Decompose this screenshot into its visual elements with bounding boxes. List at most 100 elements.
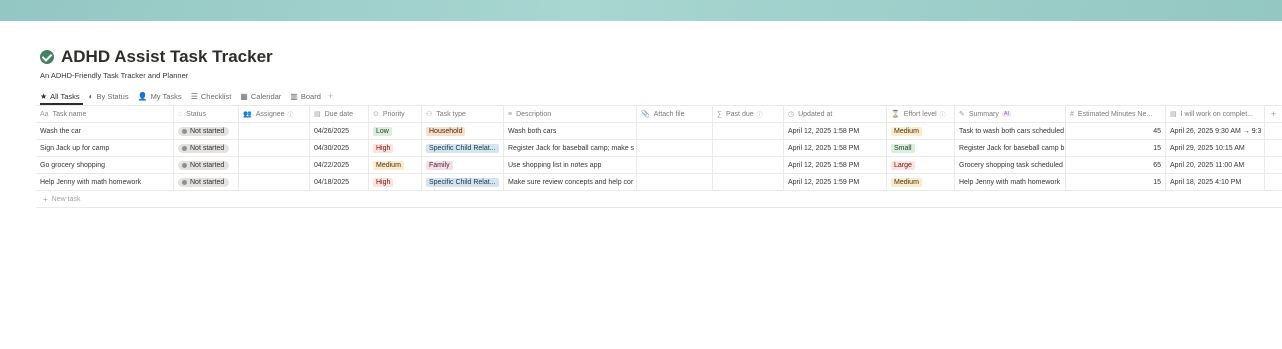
- column-header-attach-file[interactable]: 📎 Attach file: [637, 106, 713, 122]
- column-header-work-on[interactable]: ▤ I will work on complet...: [1166, 106, 1265, 122]
- status-icon: ◐: [88, 91, 94, 101]
- status-cell[interactable]: Not started: [174, 174, 239, 190]
- attach-file-cell[interactable]: [637, 174, 713, 190]
- tab-calendar[interactable]: ▦ Calendar: [240, 89, 281, 103]
- new-task-button[interactable]: + New task: [36, 191, 1282, 208]
- estimated-minutes-cell[interactable]: 15: [1066, 140, 1166, 156]
- past-due-cell: [713, 123, 784, 139]
- summary-cell[interactable]: Task to wash both cars scheduled: [955, 123, 1066, 139]
- effort-level-cell[interactable]: Large: [887, 157, 955, 173]
- assignee-cell[interactable]: [239, 174, 310, 190]
- calendar-icon: ▦: [240, 91, 248, 101]
- spacer-cell: [1265, 140, 1282, 156]
- attach-file-cell[interactable]: [637, 123, 713, 139]
- status-badge: Not started: [178, 126, 230, 136]
- tab-by-status[interactable]: ◐ By Status: [89, 89, 129, 103]
- effort-level-cell[interactable]: Medium: [887, 174, 955, 190]
- task-type-tag: Specific Child Relat...: [426, 177, 499, 187]
- date-property-icon: ▤: [314, 111, 321, 118]
- status-badge: Not started: [178, 160, 230, 170]
- effort-level-cell[interactable]: Medium: [887, 123, 955, 139]
- status-dot-icon: [182, 128, 187, 134]
- past-due-cell: [713, 174, 784, 190]
- tab-board[interactable]: ▥ Board: [290, 89, 321, 103]
- priority-tag: High: [373, 143, 394, 153]
- column-header-updated-at[interactable]: ◷ Updated at: [784, 106, 887, 122]
- work-on-cell[interactable]: April 20, 2025 11:00 AM: [1166, 157, 1265, 173]
- summary-cell[interactable]: Register Jack for baseball camp b: [955, 140, 1066, 156]
- status-cell[interactable]: Not started: [174, 140, 239, 156]
- column-header-priority[interactable]: ⊙ Priority: [369, 106, 422, 122]
- task-type-cell[interactable]: Specific Child Relat...: [422, 140, 504, 156]
- effort-level-cell[interactable]: Small: [887, 140, 955, 156]
- status-cell[interactable]: Not started: [174, 123, 239, 139]
- summary-cell[interactable]: Help Jenny with math homework: [955, 174, 1066, 190]
- page-header: ADHD Assist Task Tracker An ADHD-Friendl…: [40, 46, 273, 80]
- page-subtitle: An ADHD-Friendly Task Tracker and Planne…: [40, 71, 189, 80]
- estimated-minutes-cell[interactable]: 45: [1066, 123, 1166, 139]
- text-lines-icon: ≡: [508, 110, 513, 118]
- due-date-cell[interactable]: 04/18/2025: [310, 174, 369, 190]
- column-header-assignee[interactable]: 👥 Assignee ⓘ: [239, 106, 310, 122]
- task-name-cell[interactable]: Sign Jack up for camp: [36, 140, 174, 156]
- attach-file-cell[interactable]: [637, 140, 713, 156]
- task-table: Aa Task name ◌ Status 👥 Assignee ⓘ ▤ Due…: [36, 106, 1282, 208]
- estimated-minutes-cell[interactable]: 15: [1066, 174, 1166, 190]
- updated-at-cell: April 12, 2025 1:58 PM: [784, 157, 887, 173]
- assignee-cell[interactable]: [239, 140, 310, 156]
- status-cell[interactable]: Not started: [174, 157, 239, 173]
- tab-label: All Tasks: [50, 91, 80, 101]
- description-cell[interactable]: Register Jack for baseball camp; make s: [504, 140, 637, 156]
- past-due-cell: [713, 157, 784, 173]
- column-header-task-type[interactable]: ⚇ Task type: [422, 106, 504, 122]
- description-cell[interactable]: Use shopping list in notes app: [504, 157, 637, 173]
- attach-file-cell[interactable]: [637, 157, 713, 173]
- tab-checklist[interactable]: ☰ Checklist: [191, 89, 232, 103]
- summary-cell[interactable]: Grocery shopping task scheduled: [955, 157, 1066, 173]
- task-type-cell[interactable]: Household: [422, 123, 504, 139]
- updated-at-cell: April 12, 2025 1:59 PM: [784, 174, 887, 190]
- table-row[interactable]: Go grocery shopping Not started 04/22/20…: [36, 157, 1282, 174]
- column-header-due-date[interactable]: ▤ Due date: [310, 106, 369, 122]
- estimated-minutes-cell[interactable]: 65: [1066, 157, 1166, 173]
- work-on-cell[interactable]: April 18, 2025 4:10 PM: [1166, 174, 1265, 190]
- task-type-cell[interactable]: Specific Child Relat...: [422, 174, 504, 190]
- column-header-description[interactable]: ≡ Description: [504, 106, 637, 122]
- work-on-cell[interactable]: April 26, 2025 9:30 AM → 9:3: [1166, 123, 1265, 139]
- column-header-past-due[interactable]: ∑ Past due ⓘ: [713, 106, 784, 122]
- due-date-cell[interactable]: 04/22/2025: [310, 157, 369, 173]
- priority-tag: Medium: [373, 160, 404, 170]
- people-property-icon: 👥: [243, 111, 252, 118]
- add-view-button[interactable]: +: [328, 91, 333, 101]
- assignee-cell[interactable]: [239, 123, 310, 139]
- tab-my-tasks[interactable]: 👤 My Tasks: [138, 89, 182, 103]
- due-date-cell[interactable]: 04/26/2025: [310, 123, 369, 139]
- task-name-cell[interactable]: Help Jenny with math homework: [36, 174, 174, 190]
- column-header-estimated-minutes[interactable]: # Estimated Minutes Ne...: [1066, 106, 1166, 122]
- date-property-icon: ▤: [1170, 111, 1177, 118]
- task-type-cell[interactable]: Family: [422, 157, 504, 173]
- work-on-cell[interactable]: April 29, 2025 10:15 AM: [1166, 140, 1265, 156]
- task-name-cell[interactable]: Wash the car: [36, 123, 174, 139]
- add-property-button[interactable]: +: [1265, 106, 1282, 122]
- priority-cell[interactable]: High: [369, 140, 422, 156]
- priority-cell[interactable]: Low: [369, 123, 422, 139]
- table-row[interactable]: Wash the car Not started 04/26/2025 Low …: [36, 123, 1282, 140]
- status-badge: Not started: [178, 143, 230, 153]
- column-header-summary[interactable]: ✎ Summary AI: [955, 106, 1066, 122]
- description-cell[interactable]: Wash both cars: [504, 123, 637, 139]
- table-row[interactable]: Sign Jack up for camp Not started 04/30/…: [36, 140, 1282, 157]
- task-name-cell[interactable]: Go grocery shopping: [36, 157, 174, 173]
- column-header-status[interactable]: ◌ Status: [174, 106, 239, 122]
- tab-all-tasks[interactable]: ★ All Tasks: [40, 89, 80, 103]
- check-circle-icon: [40, 50, 54, 64]
- assignee-cell[interactable]: [239, 157, 310, 173]
- status-property-icon: ◌: [178, 110, 183, 118]
- column-header-effort-level[interactable]: ⌛ Effort level ⓘ: [887, 106, 955, 122]
- column-header-task-name[interactable]: Aa Task name: [36, 106, 174, 122]
- priority-cell[interactable]: High: [369, 174, 422, 190]
- priority-cell[interactable]: Medium: [369, 157, 422, 173]
- table-row[interactable]: Help Jenny with math homework Not starte…: [36, 174, 1282, 191]
- due-date-cell[interactable]: 04/30/2025: [310, 140, 369, 156]
- description-cell[interactable]: Make sure review concepts and help cor: [504, 174, 637, 190]
